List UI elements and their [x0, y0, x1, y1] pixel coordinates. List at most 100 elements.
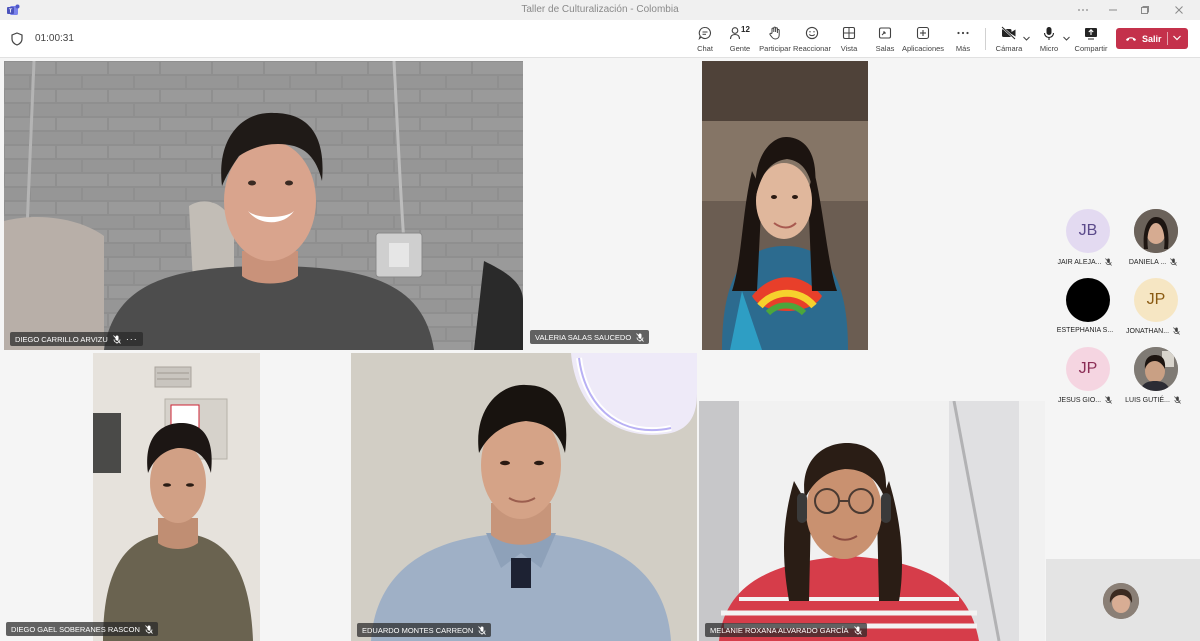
avatar-blank: [1066, 278, 1110, 322]
roster-participant-name: JAIR ALEJA...: [1051, 258, 1119, 266]
breakout-rooms-button[interactable]: Salas: [874, 24, 896, 54]
roster-participant-name: LUIS GUTIÉ...: [1119, 396, 1187, 404]
avatar-photo-image: [1134, 347, 1178, 391]
shield-icon[interactable]: [11, 32, 23, 46]
avatar-photo: [1134, 347, 1178, 391]
participant-options-icon[interactable]: ···: [126, 335, 138, 344]
video-tile-melanie-roxana[interactable]: MELANIE ROXANA ALVARADO GARCÍA: [699, 401, 1045, 641]
more-button[interactable]: Más: [952, 24, 974, 54]
toolbar-divider: [985, 28, 986, 50]
mic-muted-icon: [636, 332, 644, 342]
microphone-icon: [1043, 26, 1055, 40]
minimize-icon: [1109, 9, 1117, 11]
ellipsis-icon: [1078, 9, 1088, 11]
share-button[interactable]: Compartir: [1075, 24, 1107, 54]
chat-icon: [698, 26, 711, 40]
title-bar: T Taller de Culturalización - Colombia: [0, 0, 1200, 20]
participant-nametag: MELANIE ROXANA ALVARADO GARCÍA: [705, 623, 867, 637]
hang-up-icon: [1126, 37, 1136, 41]
camera-toggle-button[interactable]: Cámara: [996, 24, 1022, 54]
self-avatar-photo: [1103, 583, 1139, 619]
close-button[interactable]: [1162, 2, 1196, 18]
participant-video-feed: [351, 353, 697, 641]
leave-divider: [1167, 32, 1168, 45]
mic-label: Micro: [1039, 44, 1059, 53]
react-button[interactable]: Reaccionar: [793, 24, 831, 54]
roster-participant[interactable]: ESTEPHANIA S...: [1057, 278, 1117, 338]
mic-muted-icon: [478, 625, 487, 635]
roster-name-text: JESUS GIO...: [1057, 396, 1102, 404]
video-tile-diego-carrillo[interactable]: DIEGO CARRILLO ARVIZU ···: [4, 61, 523, 350]
roster-participant-name: JESUS GIO...: [1051, 396, 1119, 404]
avatar: JB: [1066, 209, 1110, 253]
raise-hand-button[interactable]: Participar: [759, 24, 791, 54]
video-tile-valeria-salas[interactable]: [702, 61, 868, 350]
roster-name-text: DANIELA ...: [1128, 258, 1167, 266]
mic-options-chevron-icon[interactable]: [1062, 34, 1071, 43]
roster-participant[interactable]: DANIELA ...: [1125, 209, 1185, 269]
camera-label: Cámara: [995, 44, 1023, 53]
roster-participant-name: JONATHAN...: [1119, 327, 1187, 335]
restore-icon: [1141, 6, 1149, 14]
window-title: Taller de Culturalización - Colombia: [521, 4, 679, 15]
leave-button[interactable]: Salir: [1116, 28, 1188, 49]
chat-button[interactable]: Chat: [692, 24, 718, 54]
video-tile-diego-gael[interactable]: [93, 353, 260, 641]
participant-name: VALERIA SALAS SAUCEDO: [535, 332, 632, 342]
participant-name: DIEGO GAEL SOBERANES RASCON: [11, 624, 140, 634]
apps-label: Aplicaciones: [901, 44, 945, 53]
add-app-icon: [916, 26, 930, 40]
participant-nametag: VALERIA SALAS SAUCEDO: [530, 330, 650, 344]
people-count-badge: 12: [741, 25, 750, 34]
mic-muted-icon: [1174, 396, 1181, 404]
people-button[interactable]: 12 Gente: [726, 24, 754, 54]
self-view-tile[interactable]: [1046, 559, 1200, 641]
raise-hand-label: Participar: [759, 44, 791, 53]
meeting-toolbar: 01:00:31 Chat 12 Gente Participar Reacci…: [0, 20, 1200, 58]
hand-icon: [769, 26, 780, 40]
mic-muted-icon: [1105, 396, 1112, 404]
participant-nametag: DIEGO CARRILLO ARVIZU ···: [10, 332, 143, 346]
video-tile-eduardo-montes[interactable]: EDUARDO MONTES CARREON: [351, 353, 697, 641]
participant-nametag: EDUARDO MONTES CARREON: [357, 623, 492, 637]
apps-button[interactable]: Aplicaciones: [901, 24, 945, 54]
chat-label: Chat: [697, 44, 713, 53]
video-tile-valeria-salas-margin: [524, 61, 701, 350]
more-label: Más: [955, 44, 971, 53]
roster-participant[interactable]: JP JESUS GIO...: [1057, 347, 1117, 407]
minimize-button[interactable]: [1096, 2, 1130, 18]
mic-muted-icon: [853, 625, 862, 635]
react-label: Reaccionar: [793, 44, 831, 53]
participant-name: EDUARDO MONTES CARREON: [362, 625, 474, 635]
roster-participant-name: DANIELA ...: [1119, 258, 1187, 266]
mic-muted-icon: [113, 334, 121, 344]
participant-nametag: DIEGO GAEL SOBERANES RASCON: [6, 622, 158, 636]
participant-video-feed: [699, 401, 1045, 641]
participant-video-feed: [4, 61, 523, 350]
roster-participant-name: ESTEPHANIA S...: [1051, 327, 1119, 334]
roster-participant[interactable]: LUIS GUTIÉ...: [1125, 347, 1185, 407]
more-icon: [957, 31, 969, 35]
leave-options-chevron-icon[interactable]: [1172, 34, 1182, 42]
close-icon: [1175, 6, 1183, 14]
more-options-button[interactable]: [1066, 2, 1100, 18]
participant-video-feed: [93, 353, 260, 641]
avatar-photo-image: [1134, 209, 1178, 253]
restore-button[interactable]: [1128, 2, 1162, 18]
smiley-icon: [805, 26, 819, 40]
roster-name-text: LUIS GUTIÉ...: [1125, 396, 1170, 404]
rooms-icon: [878, 27, 892, 39]
avatar: JP: [1134, 278, 1178, 322]
camera-off-icon: [1001, 26, 1016, 40]
participant-name: MELANIE ROXANA ALVARADO GARCÍA: [710, 625, 849, 635]
roster-name-text: JAIR ALEJA...: [1057, 258, 1102, 266]
camera-options-chevron-icon[interactable]: [1022, 34, 1031, 43]
mic-toggle-button[interactable]: Micro: [1038, 24, 1060, 54]
roster-name-text: JONATHAN...: [1126, 327, 1170, 335]
view-label: Vista: [840, 44, 858, 53]
participant-video-feed: [702, 61, 868, 350]
view-button[interactable]: Vista: [838, 24, 860, 54]
roster-participant[interactable]: JB JAIR ALEJA...: [1057, 209, 1117, 269]
roster-participant[interactable]: JP JONATHAN...: [1125, 278, 1185, 338]
grid-icon: [842, 26, 856, 40]
